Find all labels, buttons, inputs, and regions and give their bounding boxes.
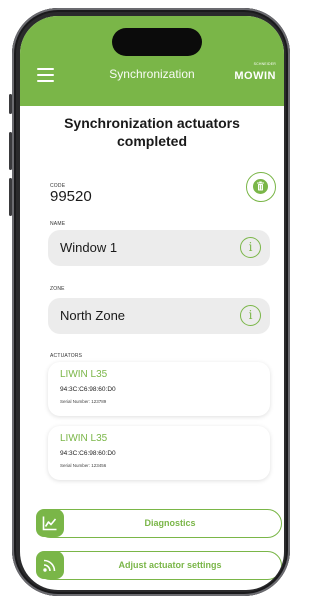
actuator-name: LIWIN L35 (60, 369, 108, 380)
adjust-settings-button[interactable]: Adjust actuator settings (36, 551, 282, 580)
actuator-card[interactable]: LIWIN L35 94:3C:C6:98:60:D0 Serial Numbe… (48, 426, 270, 480)
volume-up-button (9, 132, 12, 170)
adjust-settings-label: Adjust actuator settings (118, 560, 222, 570)
diagnostics-button[interactable]: Diagnostics (36, 509, 282, 538)
actuator-mac: 94:3C:C6:98:60:D0 (60, 386, 116, 393)
actuator-mac: 94:3C:C6:98:60:D0 (60, 450, 116, 457)
brand-logo: SCHNEIDER MOWIN (234, 62, 276, 84)
delete-button[interactable] (246, 172, 276, 202)
signal-icon (36, 551, 64, 579)
chart-icon (36, 509, 64, 537)
actuator-name: LIWIN L35 (60, 433, 108, 444)
actuator-serial: Serial Number: 123789 (60, 399, 107, 404)
code-value: 99520 (50, 188, 92, 205)
name-value: Window 1 (60, 240, 118, 255)
info-icon[interactable]: i (240, 237, 261, 258)
trash-icon (253, 179, 268, 194)
actuators-label: ACTUATORS (50, 353, 83, 359)
logo-text: MOWIN (234, 70, 276, 82)
zone-value: North Zone (60, 308, 126, 323)
actuator-serial: Serial Number: 123456 (60, 463, 107, 468)
info-icon[interactable]: i (240, 305, 261, 326)
name-field[interactable]: Window 1 i (48, 230, 270, 266)
volume-down-button (9, 178, 12, 216)
name-label: NAME (50, 221, 66, 227)
zone-label: ZONE (50, 286, 65, 292)
logo-subtext: SCHNEIDER (253, 62, 276, 66)
dynamic-island (112, 28, 202, 56)
mute-switch (9, 94, 12, 114)
app-screen: Synchronization SCHNEIDER MOWIN Synchron… (20, 16, 284, 590)
diagnostics-label: Diagnostics (144, 518, 196, 528)
actuator-card[interactable]: LIWIN L35 94:3C:C6:98:60:D0 Serial Numbe… (48, 362, 270, 416)
zone-field[interactable]: North Zone i (48, 298, 270, 334)
page-title: Synchronization actuators completed (64, 115, 240, 149)
